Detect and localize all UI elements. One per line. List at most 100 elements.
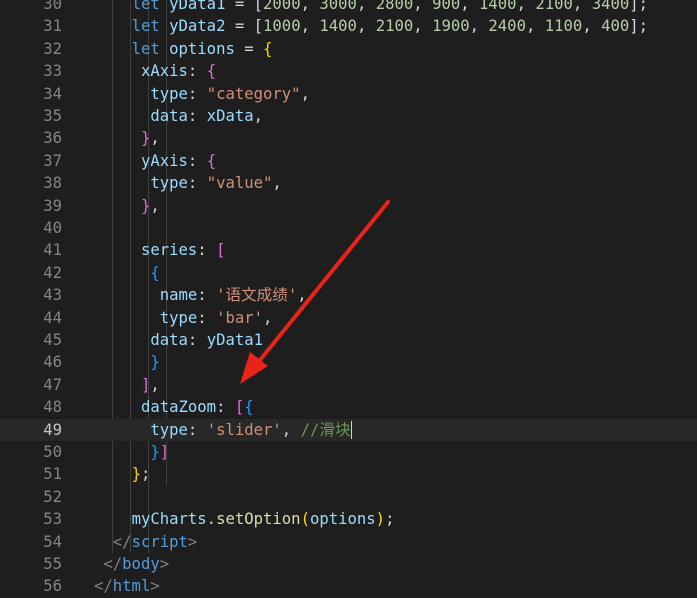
line-number: 38 [43,174,62,193]
code-line[interactable]: 33 xAxis: { [0,60,697,82]
code-line[interactable]: 30 let yData1 = [2000, 3000, 2800, 900, … [0,0,697,15]
code-line[interactable]: 43 name: '语文成绩', [0,284,697,306]
code-token: , [297,286,307,305]
code-text: data: xData, [94,105,263,127]
code-token: </ [103,555,123,573]
code-text: myCharts.setOption(options); [94,508,395,530]
code-token: </ [94,577,113,596]
code-token: { [244,398,254,417]
code-line[interactable]: 48 dataZoom: [{ [0,396,697,418]
code-line[interactable]: 31 let yData2 = [1000, 1400, 2100, 1900,… [0,15,697,37]
code-line[interactable]: 39 }, [0,195,697,217]
code-token: 400 [601,17,630,36]
line-number: 31 [43,17,62,36]
code-line[interactable]: 41 series: [ [0,239,697,261]
code-token: ] [159,443,170,461]
code-token: = [ [225,0,264,13]
code-text: }; [94,463,151,485]
code-token: yData2 [169,17,226,36]
code-token: { [150,263,160,282]
code-token: 1900 [432,17,470,36]
code-token: , [150,375,160,394]
code-token: myCharts [131,510,207,529]
code-editor[interactable]: 30 let yData1 = [2000, 3000, 2800, 900, … [0,0,697,596]
code-token: //滑块 [300,420,351,439]
code-token: : [187,107,207,125]
code-line[interactable]: 32 let options = { [0,38,697,60]
code-line[interactable]: 49 type: 'slider', //滑块 [0,418,697,441]
code-token: > [150,577,160,596]
code-line[interactable]: 40 [0,217,697,239]
line-number: 53 [43,510,62,529]
code-line[interactable]: 38 type: "value", [0,172,697,194]
code-token: ) [375,510,386,529]
code-token: "category" [206,84,301,103]
code-line[interactable]: 54 </script> [0,531,697,553]
code-line[interactable]: 34 type: "category", [0,83,697,105]
text-cursor [350,421,352,440]
code-line[interactable]: 55 </body> [0,553,697,575]
code-line[interactable]: 56 </html> [0,575,697,597]
code-token: html [112,577,151,596]
code-token: 2100 [535,0,573,13]
code-token: dataZoom [140,398,217,417]
code-token: type [150,420,188,439]
code-token: , [582,17,602,36]
line-number: 50 [43,443,62,461]
line-number: 41 [43,241,62,260]
code-text: series: [ [94,239,226,261]
code-line[interactable]: 45 data: yData1 [0,329,697,351]
line-number: 52 [43,487,62,506]
code-token: let [131,39,170,58]
code-line[interactable]: 46 } [0,351,697,373]
code-text: let yData2 = [1000, 1400, 2100, 1900, 24… [94,15,648,37]
code-token: [ [216,241,226,260]
code-token: , [253,107,264,125]
line-number: 43 [43,286,62,305]
code-token: : [197,241,217,260]
code-line[interactable]: 52 [0,486,697,508]
code-token: options [309,510,376,529]
line-number: 33 [43,62,62,81]
line-number: 30 [43,0,62,13]
code-token: , [413,17,433,36]
line-number: 42 [43,263,62,282]
code-line[interactable]: 37 yAxis: { [0,150,697,172]
code-token: let [131,17,170,36]
code-token: "value" [206,174,273,193]
code-line[interactable]: 53 myCharts.setOption(options); [0,508,697,530]
code-token: ; [140,465,151,484]
line-number: 49 [43,420,62,439]
code-token: } [150,443,160,461]
code-token: . [206,510,217,529]
code-line[interactable]: 42 { [0,262,697,284]
code-text: xAxis: { [94,60,216,82]
code-line[interactable]: 50 }] [0,441,697,463]
code-token: , [572,0,592,13]
line-number: 51 [43,465,62,484]
code-token: } [131,465,141,484]
code-text: }] [94,441,169,463]
code-line[interactable]: 35 data: xData, [0,105,697,127]
line-number: 54 [43,532,62,551]
code-line[interactable]: 36 }, [0,127,697,149]
code-token: , [525,17,545,36]
code-line[interactable]: 47 ], [0,374,697,396]
code-token: yData1 [169,0,226,13]
code-line[interactable]: 51 }; [0,463,697,485]
code-token: { [206,151,217,170]
line-number: 40 [43,219,62,237]
code-token: } [150,353,160,372]
code-token: type [150,174,188,193]
code-token: data [150,331,188,349]
code-line[interactable]: 44 type: 'bar', [0,307,697,329]
code-text: </body> [94,553,169,575]
code-token: 'slider' [206,420,282,439]
